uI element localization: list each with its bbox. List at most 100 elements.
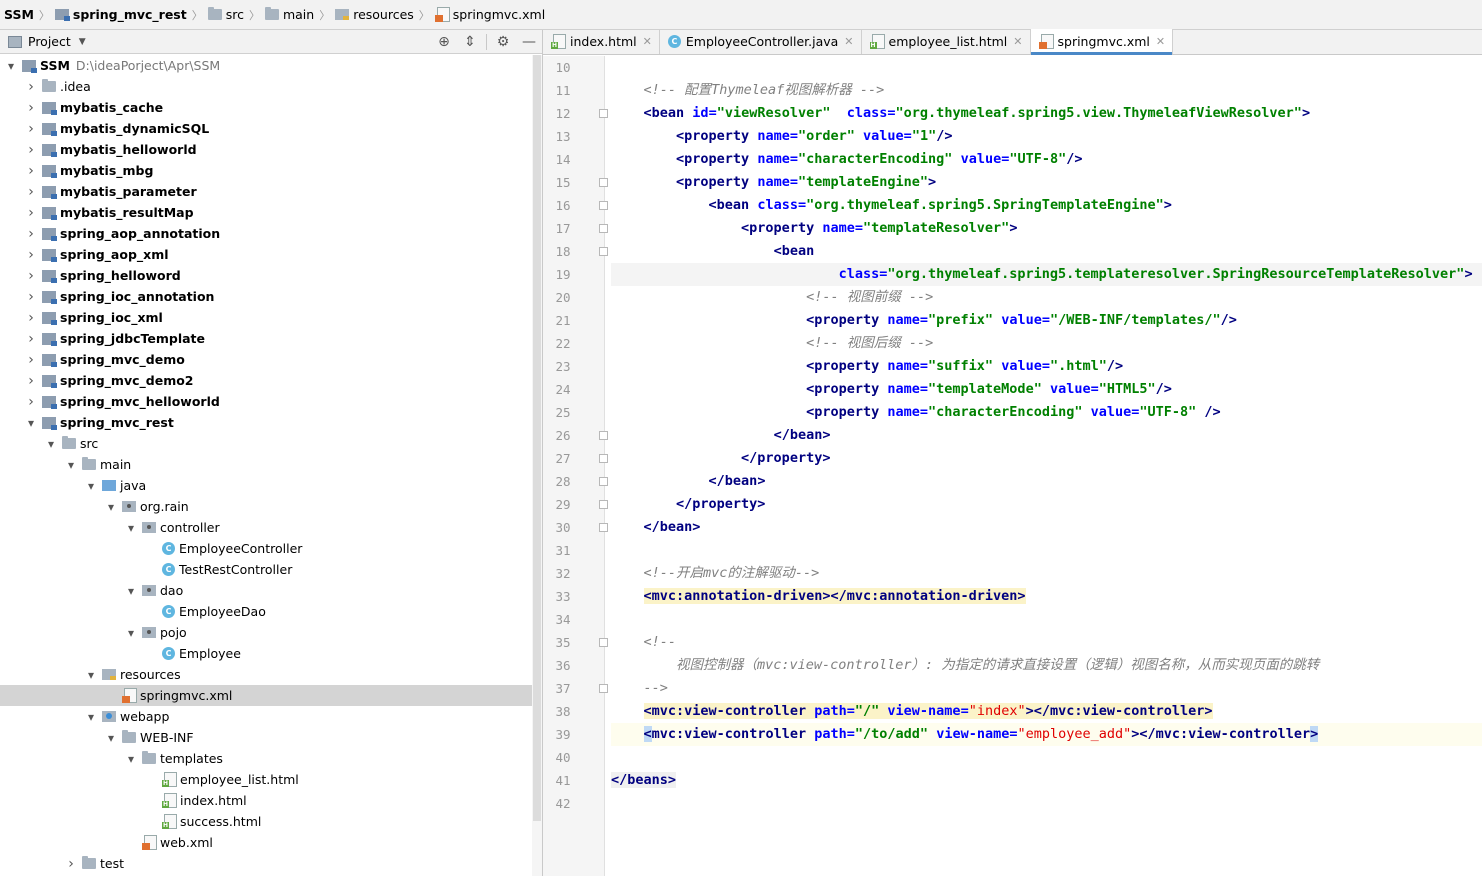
chevron-right-icon[interactable]: › (26, 121, 36, 137)
editor-tab[interactable]: C EmployeeController.java ✕ (660, 29, 862, 54)
chevron-right-icon[interactable]: › (26, 226, 36, 242)
close-icon[interactable]: ✕ (844, 35, 853, 48)
tree-item[interactable]: C EmployeeDao (0, 601, 532, 622)
tree-item[interactable]: C EmployeeController (0, 538, 532, 559)
fold-marker-icon[interactable] (599, 454, 608, 463)
chevron-right-icon[interactable]: › (26, 394, 36, 410)
chevron-down-icon[interactable]: ▾ (86, 479, 96, 493)
collapse-icon[interactable]: ⇕ (457, 30, 483, 54)
chevron-down-icon[interactable]: ▾ (106, 500, 116, 514)
tree-item[interactable]: › spring_mvc_demo2 (0, 370, 532, 391)
tree-item[interactable]: ▾ SSM D:\ideaPorject\Apr\SSM (0, 55, 532, 76)
chevron-right-icon[interactable]: › (26, 289, 36, 305)
breadcrumb-item-resources[interactable]: resources (335, 7, 414, 22)
tree-item[interactable]: › .idea (0, 76, 532, 97)
tree-item[interactable]: ▾ java (0, 475, 532, 496)
breadcrumb-item-main[interactable]: main (264, 7, 314, 22)
tree-item[interactable]: ▾ templates (0, 748, 532, 769)
chevron-down-icon[interactable]: ▾ (106, 731, 116, 745)
chevron-right-icon[interactable]: › (66, 856, 76, 872)
tree-item[interactable]: ▾ webapp (0, 706, 532, 727)
fold-marker-icon[interactable] (599, 638, 608, 647)
tree-item[interactable]: C Employee (0, 643, 532, 664)
chevron-down-icon[interactable]: ▾ (6, 59, 16, 73)
locate-icon[interactable]: ⊕ (431, 30, 457, 54)
tree-item[interactable]: springmvc.xml (0, 685, 532, 706)
breadcrumb-item-file[interactable]: springmvc.xml (434, 7, 545, 22)
fold-marker-icon[interactable] (599, 684, 608, 693)
chevron-right-icon[interactable]: › (26, 205, 36, 221)
tree-item[interactable]: › test (0, 853, 532, 874)
close-icon[interactable]: ✕ (643, 35, 652, 48)
gear-icon[interactable]: ⚙ (490, 30, 516, 54)
chevron-right-icon[interactable]: › (26, 247, 36, 263)
tree-item[interactable]: › mybatis_parameter (0, 181, 532, 202)
tree-item[interactable]: ▾ resources (0, 664, 532, 685)
chevron-right-icon[interactable]: › (26, 268, 36, 284)
tree-item[interactable]: C TestRestController (0, 559, 532, 580)
tree-item[interactable]: ▾ dao (0, 580, 532, 601)
tree-item[interactable]: › spring_ioc_annotation (0, 286, 532, 307)
breadcrumb-item-src[interactable]: src (207, 7, 244, 22)
tree-item[interactable]: › spring_ioc_xml (0, 307, 532, 328)
tree-item[interactable]: success.html (0, 811, 532, 832)
chevron-down-icon[interactable]: ▾ (126, 584, 136, 598)
tree-item[interactable]: ▾ src (0, 433, 532, 454)
chevron-down-icon[interactable]: ▾ (26, 416, 36, 430)
chevron-down-icon[interactable]: ▾ (126, 626, 136, 640)
chevron-right-icon[interactable]: › (26, 310, 36, 326)
chevron-right-icon[interactable]: › (26, 142, 36, 158)
tree-item[interactable]: › mybatis_helloworld (0, 139, 532, 160)
tree-scrollbar-thumb[interactable] (533, 55, 541, 821)
fold-marker-icon[interactable] (599, 178, 608, 187)
editor-tab[interactable]: employee_list.html ✕ (862, 29, 1031, 54)
fold-marker-icon[interactable] (599, 431, 608, 440)
chevron-down-icon[interactable]: ▾ (126, 752, 136, 766)
editor-tab[interactable]: springmvc.xml ✕ (1030, 29, 1174, 55)
chevron-right-icon[interactable]: › (26, 184, 36, 200)
chevron-right-icon[interactable]: › (26, 331, 36, 347)
close-icon[interactable]: ✕ (1013, 35, 1022, 48)
tree-item[interactable]: ▾ pojo (0, 622, 532, 643)
tree-item[interactable]: ▾ spring_mvc_rest (0, 412, 532, 433)
chevron-right-icon[interactable]: › (26, 163, 36, 179)
tree-item[interactable]: web.xml (0, 832, 532, 853)
tree-item[interactable]: ▾ main (0, 454, 532, 475)
fold-marker-icon[interactable] (599, 500, 608, 509)
tree-item[interactable]: › spring_aop_annotation (0, 223, 532, 244)
tree-item[interactable]: › mybatis_dynamicSQL (0, 118, 532, 139)
fold-marker-icon[interactable] (599, 109, 608, 118)
chevron-right-icon[interactable]: › (26, 100, 36, 116)
chevron-right-icon[interactable]: › (26, 352, 36, 368)
tree-item[interactable]: ▾ WEB-INF (0, 727, 532, 748)
tree-item[interactable]: › spring_jdbcTemplate (0, 328, 532, 349)
tree-item[interactable]: › spring_mvc_helloworld (0, 391, 532, 412)
chevron-down-icon[interactable]: ▾ (86, 668, 96, 682)
tree-item[interactable]: › mybatis_resultMap (0, 202, 532, 223)
tree-item[interactable]: index.html (0, 790, 532, 811)
minimize-icon[interactable]: — (516, 30, 542, 54)
tree-scrollbar[interactable] (532, 55, 542, 876)
fold-marker-icon[interactable] (599, 247, 608, 256)
editor-tab[interactable]: index.html ✕ (543, 29, 660, 54)
tree-item[interactable]: › mybatis_mbg (0, 160, 532, 181)
breadcrumb-item-ssm[interactable]: SSM (4, 7, 34, 22)
tree-item[interactable]: › spring_helloword (0, 265, 532, 286)
chevron-right-icon[interactable]: › (26, 373, 36, 389)
tree-item[interactable]: › spring_mvc_demo (0, 349, 532, 370)
tree-item[interactable]: employee_list.html (0, 769, 532, 790)
tree-item[interactable]: › mybatis_cache (0, 97, 532, 118)
chevron-down-icon[interactable]: ▾ (66, 458, 76, 472)
tree-item[interactable]: ▾ org.rain (0, 496, 532, 517)
chevron-down-icon[interactable]: ▾ (46, 437, 56, 451)
fold-marker-icon[interactable] (599, 477, 608, 486)
close-icon[interactable]: ✕ (1156, 35, 1165, 48)
fold-marker-icon[interactable] (599, 523, 608, 532)
code-editor[interactable]: <!-- 配置Thymeleaf视图解析器 --> <bean id="view… (611, 56, 1482, 876)
chevron-down-icon[interactable]: ▾ (86, 710, 96, 724)
project-view-selector[interactable]: Project ▼ (0, 34, 86, 49)
chevron-right-icon[interactable]: › (26, 79, 36, 95)
tree-item[interactable]: ▾ controller (0, 517, 532, 538)
fold-marker-icon[interactable] (599, 224, 608, 233)
tree-item[interactable]: › spring_aop_xml (0, 244, 532, 265)
